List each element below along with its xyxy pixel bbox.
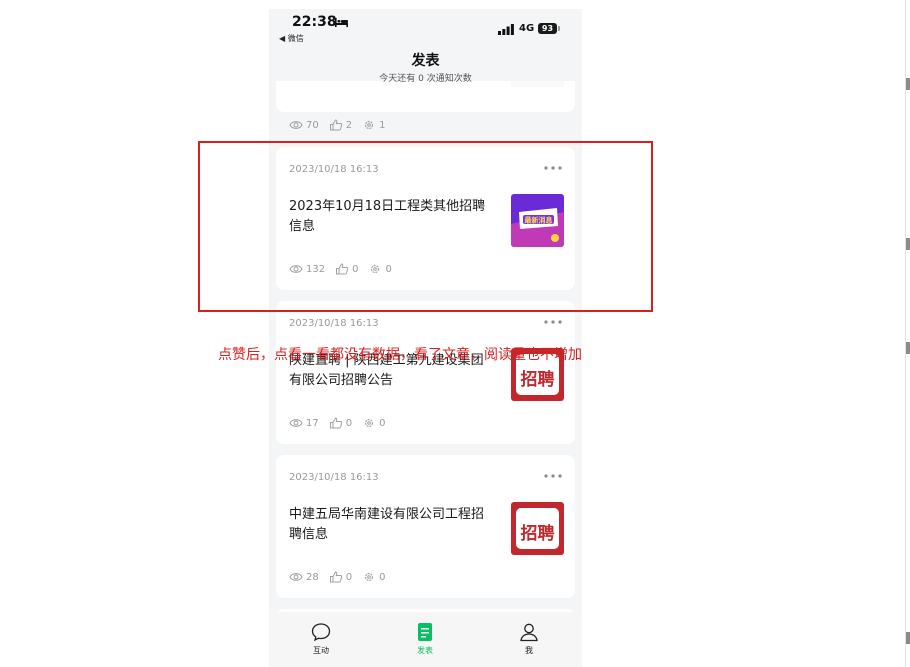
tab-label: 我 [525,646,533,655]
page-title: 发表 [411,53,440,69]
article-title[interactable]: 中建五局华南建设有限公司工程招聘信息 [289,505,489,545]
like-count: 0 [345,571,353,583]
adjacent-window-fragment [906,342,910,354]
sleep-mode-icon [335,18,348,27]
article-date: 2023/10/18 16:13 [289,318,379,329]
thumbnail-text: 招聘 [521,523,555,544]
thumb-up-icon[interactable] [329,571,343,583]
adjacent-window-fragment [906,238,910,250]
thumb-up-icon[interactable] [329,417,343,429]
network-type: 4G [519,23,535,34]
tab-publish[interactable]: 发表 [395,622,455,656]
article-stats: 17 0 0 [289,416,395,430]
article-thumbnail-recruit: 招聘 [511,502,564,555]
cellular-signal-icon [498,24,514,35]
article-card[interactable]: 2023/10/18 16:13 陕建直聘 | 陕西建工第九建设集团有限公司招聘… [276,301,575,444]
eye-icon [289,573,303,581]
article-card[interactable]: 2023/10/18 16:13 中建五局华南建设有限公司工程招聘信息 招聘 2… [276,455,575,598]
tab-me[interactable]: 我 [499,622,559,656]
adjacent-window-fragment [906,632,910,644]
thumbnail-text: 招聘 [521,369,555,390]
thumb-up-icon[interactable] [329,119,343,131]
view-count: 17 [306,417,319,429]
nav-bar: 发表 今天还有 0 次通知次数 [269,45,582,84]
article-stats: 28 0 0 [289,570,395,584]
battery-icon [558,26,560,31]
tab-label: 发表 [417,646,433,655]
share-count: 1 [379,119,386,131]
bottom-tab-bar: 互动 发表 我 [269,612,582,667]
person-icon [520,623,538,642]
chat-bubble-icon [311,623,331,642]
notification-quota: 今天还有 0 次通知次数 [379,74,472,84]
more-options-icon[interactable] [544,474,562,478]
share-gear-icon[interactable] [362,571,376,583]
view-count: 28 [306,571,319,583]
tab-label: 互动 [313,646,329,655]
more-options-icon[interactable] [544,320,562,324]
eye-icon [289,419,303,427]
share-gear-icon[interactable] [362,417,376,429]
annotation-highlight-box [198,141,653,312]
adjacent-window-edge [905,0,906,667]
adjacent-window-fragment [906,78,910,90]
view-count: 70 [306,119,319,131]
clock: 22:38 [292,14,337,30]
like-count: 0 [345,417,353,429]
eye-icon [289,121,303,129]
share-count: 0 [379,417,386,429]
share-count: 0 [379,571,386,583]
article-feed[interactable]: 70 2 1 2023/10/18 16:13 2023年10月18日工程类其他… [269,9,582,667]
annotation-text: 点赞后，点看一看都没有数据，看了文章，阅读量也不增加 [218,347,582,363]
battery-level: 93 [538,23,557,34]
article-stats: 70 2 1 [289,118,395,132]
tab-interaction[interactable]: 互动 [291,622,351,656]
like-count: 2 [345,119,353,131]
article-date: 2023/10/18 16:13 [289,472,379,483]
back-to-wechat-link[interactable]: ◀ 微信 [279,33,304,44]
document-icon [418,623,432,641]
share-gear-icon[interactable] [362,119,376,131]
phone-screen: 70 2 1 2023/10/18 16:13 2023年10月18日工程类其他… [269,9,582,667]
